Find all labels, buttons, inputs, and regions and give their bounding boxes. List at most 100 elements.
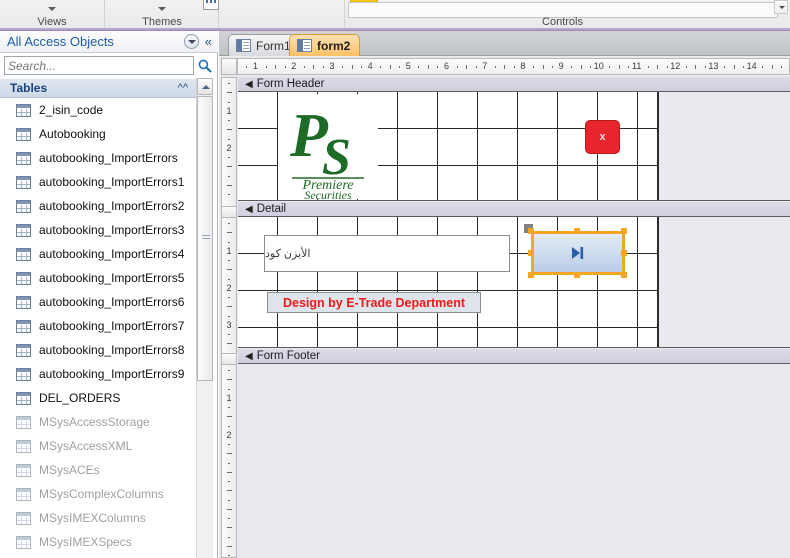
navigation-scrollbar[interactable] [196,78,213,558]
list-item[interactable]: autobooking_ImportErrors5 [0,266,196,290]
ruler-tick-mark [456,66,458,68]
list-item[interactable]: autobooking_ImportErrors2 [0,194,196,218]
design-grid-edge [657,217,659,347]
ruler-tick-mark [647,66,649,68]
ribbon-group-themes[interactable]: Themes [106,0,218,30]
close-form-button[interactable]: x [585,120,620,154]
list-item[interactable]: autobooking_ImportErrors6 [0,290,196,314]
design-credit-label[interactable]: Design by E-Trade Department [267,292,481,313]
list-item-label: autobooking_ImportErrors5 [39,271,185,285]
section-bar-form-header[interactable]: ◀ Form Header [238,77,790,92]
ruler-tick-mark [513,66,515,68]
resize-handle-s[interactable] [574,272,580,278]
list-item[interactable]: MSysIMEXSpecs [0,530,196,554]
list-item[interactable]: autobooking_ImportErrors [0,146,196,170]
ruler-tick-mark [228,138,230,140]
list-item[interactable]: Autobooking [0,122,196,146]
ruler-tick-mark [227,471,232,473]
scrollbar-thumb[interactable] [197,96,213,381]
section-expander-icon[interactable]: ◀ [245,351,253,362]
navigation-object-list[interactable]: 2_isin_code Autobooking autobooking_Import… [0,98,196,558]
list-item[interactable]: 2_isin_code [0,98,196,122]
horizontal-ruler[interactable]: 1 2 3 4 5 6 7 8 9 10 11 12 13 14 [237,58,790,75]
resize-handle-e[interactable] [621,250,627,256]
ruler-tick-label: 8 [520,61,526,71]
form-header-section[interactable]: P S Premiere Securities x [238,92,790,201]
chevron-down-icon[interactable] [48,7,56,11]
ruler-tick-label: 2 [226,142,232,153]
tab-form2[interactable]: form2 [289,34,361,56]
scroll-up-arrow-icon[interactable] [197,78,213,95]
navigation-pane: All Access Objects « Tables ^^ 2_isin_co… [0,31,218,558]
close-x-icon: x [599,131,606,143]
form-design-surface: 1 2 3 4 5 6 7 8 9 10 11 12 13 14 1212312 ◀ Form Heade… [219,56,790,558]
detail-section[interactable]: الأيزن كود Design by E-Trade Department [238,217,790,348]
vertical-ruler[interactable]: 1 2 1 2 3 1 2 [221,77,237,558]
section-expander-icon[interactable]: ◀ [245,79,253,90]
controls-gallery-icon[interactable] [203,0,219,10]
list-item[interactable]: MSysComplexColumns [0,482,196,506]
section-bar-detail[interactable]: ◀ Detail [238,202,790,217]
scroll-up-icon[interactable] [774,0,788,14]
double-chevron-up-icon[interactable]: ^^ [178,82,188,94]
list-item-label: 2_isin_code [39,103,104,117]
list-item[interactable]: autobooking_ImportErrors1 [0,170,196,194]
ruler-tick-mark [228,175,230,177]
list-item[interactable]: autobooking_ImportErrors9 [0,362,196,386]
ruler-tick-mark [494,66,496,68]
list-item[interactable]: MSysAccessXML [0,434,196,458]
dropdown-arrow-icon[interactable] [183,34,199,49]
ruler-tick-label: 3 [226,319,232,330]
search-icon[interactable] [197,58,213,74]
navigation-pane-header[interactable]: All Access Objects « [0,31,218,53]
ribbon-strip: Views Themes Controls [0,0,790,30]
ruler-tick-mark [351,65,353,69]
resize-handle-sw[interactable] [528,272,534,278]
ruler-tick-mark [265,66,267,68]
form-canvas[interactable]: ◀ Form Header P S Premiere Securities x … [238,77,790,558]
resize-handle-n[interactable] [574,228,580,234]
ruler-tick-mark [228,444,230,445]
section-bar-form-footer[interactable]: ◀ Form Footer [238,349,790,364]
navigation-group-tables[interactable]: Tables ^^ [0,78,196,98]
list-item[interactable]: autobooking_ImportErrors7 [0,314,196,338]
ruler-tick-mark [227,490,232,492]
ruler-tick-mark [227,545,232,547]
ribbon-group-separator [104,0,105,28]
premiere-securities-logo[interactable]: P S Premiere Securities [278,94,378,199]
scrollbar-grip-icon [202,235,210,241]
navigation-group-label: Tables [10,81,48,95]
go-to-last-record-button[interactable] [531,231,625,275]
search-input[interactable] [4,56,194,75]
resize-handle-nw[interactable] [528,228,534,234]
ruler-tick-mark [466,65,468,69]
list-item[interactable]: autobooking_ImportErrors4 [0,242,196,266]
ruler-tick-mark [237,65,238,69]
list-item[interactable]: MSysACEs [0,458,196,482]
resize-handle-w[interactable] [528,250,534,256]
resize-handle-ne[interactable] [621,228,627,234]
isin-code-textbox[interactable]: الأيزن كود [264,235,510,272]
list-item[interactable]: autobooking_ImportErrors3 [0,218,196,242]
ruler-tick-label: 1 [253,61,259,71]
ribbon-group-views[interactable]: Views [0,0,104,30]
chevron-down-icon[interactable] [158,7,166,11]
resize-handle-se[interactable] [621,272,627,278]
list-item[interactable]: DEL_ORDERS [0,386,196,410]
list-item[interactable]: MSysAccessStorage [0,410,196,434]
section-expander-icon[interactable]: ◀ [245,204,253,215]
ruler-tick-mark [704,66,706,68]
ruler-tick-label: 1 [226,392,232,403]
list-item[interactable]: autobooking_ImportErrors8 [0,338,196,362]
ruler-tick-mark [303,66,305,68]
table-icon [16,223,31,237]
ruler-tick-mark [657,65,659,69]
list-item[interactable]: MSysIMEXColumns [0,506,196,530]
table-icon [16,487,31,501]
double-chevron-left-icon[interactable]: « [205,34,212,49]
ruler-tick-mark [552,66,554,68]
list-item-label: MSysACEs [39,463,100,477]
ruler-tick-mark [771,65,773,69]
ruler-tick-label: 1 [226,245,232,256]
form-footer-section[interactable] [238,364,790,558]
